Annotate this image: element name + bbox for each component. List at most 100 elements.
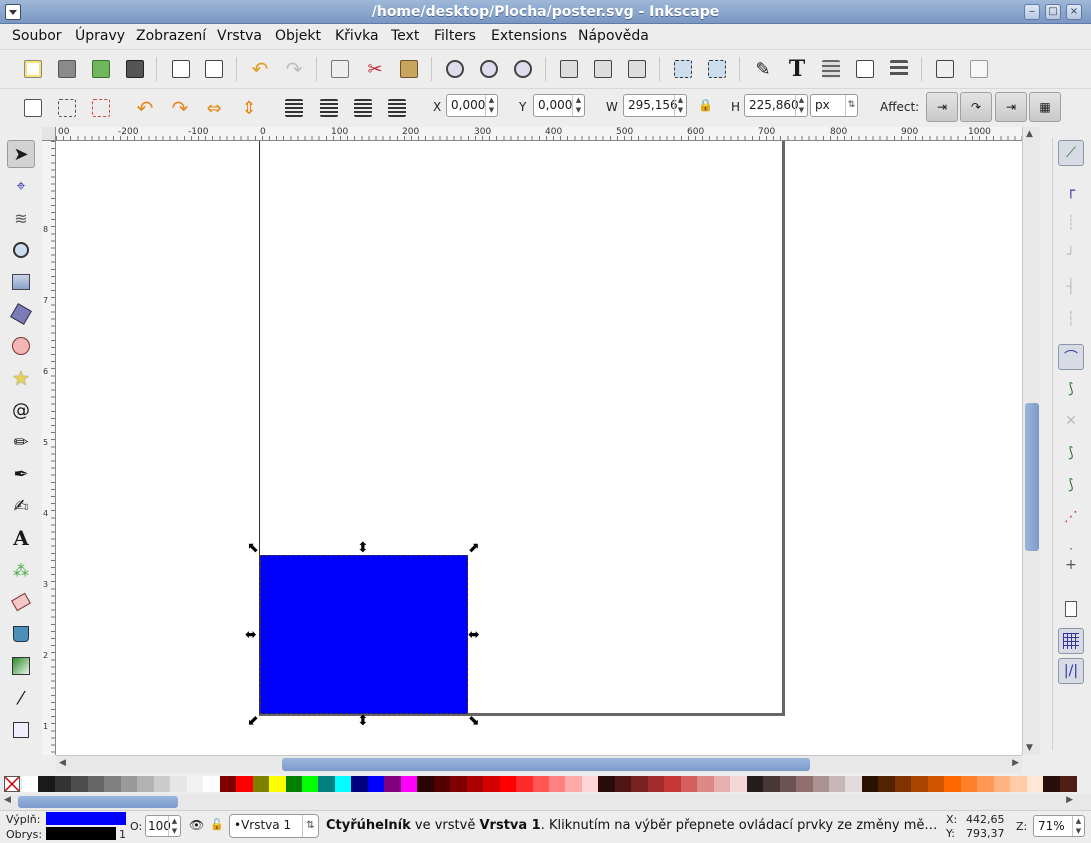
lower-to-bottom-icon[interactable] xyxy=(281,95,307,121)
palette-swatch[interactable] xyxy=(911,776,929,792)
palette-swatch[interactable] xyxy=(433,776,451,792)
align-icon[interactable] xyxy=(886,56,912,82)
scale-handle-bottom-right[interactable]: ⬊ xyxy=(468,714,480,728)
scroll-right-icon[interactable]: ▶ xyxy=(1066,795,1073,805)
palette-swatch[interactable] xyxy=(730,776,748,792)
select-all-icon[interactable] xyxy=(20,95,46,121)
palette-swatch[interactable] xyxy=(269,776,287,792)
palette-swatch[interactable] xyxy=(1010,776,1028,792)
palette-swatch[interactable] xyxy=(301,776,319,792)
menu-extensions[interactable]: Extensions xyxy=(491,28,567,44)
palette-swatch[interactable] xyxy=(466,776,484,792)
node-edit-icon[interactable]: ⌖ xyxy=(7,172,35,200)
export-icon[interactable] xyxy=(201,56,227,82)
dropper-icon[interactable]: ⁄ xyxy=(7,684,35,712)
pencil-icon[interactable]: ✏ xyxy=(7,428,35,456)
rectangle-icon[interactable] xyxy=(7,268,35,296)
palette-swatch[interactable] xyxy=(680,776,698,792)
palette-swatch[interactable] xyxy=(417,776,435,792)
palette-swatch[interactable] xyxy=(104,776,122,792)
palette-swatch[interactable] xyxy=(38,776,56,792)
open-icon[interactable] xyxy=(54,56,80,82)
flip-vertical-icon[interactable]: ⇕ xyxy=(236,95,262,121)
palette-swatch[interactable] xyxy=(565,776,583,792)
snap-toggle-icon[interactable]: ⟋ xyxy=(1058,140,1084,166)
palette-swatch[interactable] xyxy=(483,776,501,792)
palette-swatch[interactable] xyxy=(845,776,863,792)
stroke-indicator[interactable] xyxy=(46,827,116,840)
preferences-icon[interactable] xyxy=(966,56,992,82)
raise-icon[interactable] xyxy=(350,95,376,121)
rotate-cw-icon[interactable]: ↷ xyxy=(167,95,193,121)
palette-swatch[interactable] xyxy=(1059,776,1077,792)
zoom-input[interactable]: 71% ▲ ▼ xyxy=(1033,815,1085,837)
palette-swatch[interactable] xyxy=(1026,776,1044,792)
fill-stroke-icon[interactable]: ✎ xyxy=(750,56,776,82)
connector-icon[interactable] xyxy=(7,716,35,744)
document-properties-icon[interactable] xyxy=(932,56,958,82)
calligraphy-icon[interactable]: ✍ xyxy=(7,492,35,520)
palette-swatch[interactable] xyxy=(71,776,89,792)
menu-zobrazeni[interactable]: Zobrazení xyxy=(136,28,206,44)
scale-handle-left[interactable]: ⬌ xyxy=(245,628,257,642)
palette-swatch[interactable] xyxy=(944,776,962,792)
scale-handle-top-left[interactable]: ⬉ xyxy=(247,541,259,555)
palette-swatch[interactable] xyxy=(779,776,797,792)
spiral-icon[interactable]: @ xyxy=(7,396,35,424)
menu-napoveda[interactable]: Nápověda xyxy=(578,28,649,44)
minimize-icon[interactable]: ‒ xyxy=(1024,4,1040,20)
affect-patterns-toggle[interactable]: ▦ xyxy=(1029,92,1061,122)
pen-icon[interactable]: ✒ xyxy=(7,460,35,488)
palette-swatch[interactable] xyxy=(22,776,39,792)
palette-swatch[interactable] xyxy=(499,776,517,792)
palette-swatch[interactable] xyxy=(450,776,468,792)
palette-swatch[interactable] xyxy=(894,776,912,792)
palette-swatch[interactable] xyxy=(170,776,188,792)
scroll-left-icon[interactable]: ◀ xyxy=(59,758,66,768)
menu-krivka[interactable]: Křivka xyxy=(335,28,379,44)
scale-handle-bottom-left[interactable]: ⬋ xyxy=(247,714,259,728)
menu-soubor[interactable]: Soubor xyxy=(12,28,62,44)
palette-swatch[interactable] xyxy=(598,776,616,792)
menu-vrstva[interactable]: Vrstva xyxy=(217,28,262,44)
scroll-down-icon[interactable]: ▼ xyxy=(1026,743,1033,753)
palette-swatch[interactable] xyxy=(631,776,649,792)
palette-swatch[interactable] xyxy=(137,776,155,792)
palette-swatch[interactable] xyxy=(400,776,418,792)
palette-swatch[interactable] xyxy=(647,776,665,792)
palette-swatch[interactable] xyxy=(203,776,221,792)
palette-scrollbar[interactable]: ◀ ▶ xyxy=(0,794,1091,810)
raise-to-top-icon[interactable] xyxy=(384,95,410,121)
snap-nodes-icon[interactable]: ⌒ xyxy=(1058,344,1084,370)
menu-objekt[interactable]: Objekt xyxy=(275,28,321,44)
duplicate-icon[interactable] xyxy=(556,56,582,82)
no-paint-swatch[interactable] xyxy=(4,776,20,792)
maximize-icon[interactable]: □ xyxy=(1045,4,1061,20)
vertical-scrollbar[interactable]: ▲ ▼ xyxy=(1022,127,1040,755)
scale-handle-top-right[interactable]: ⬈ xyxy=(468,541,480,555)
palette-swatch[interactable] xyxy=(828,776,846,792)
lower-icon[interactable] xyxy=(316,95,342,121)
selector-arrow-icon[interactable]: ➤ xyxy=(7,140,35,168)
palette-swatch[interactable] xyxy=(351,776,369,792)
lock-icon[interactable]: 🔓 xyxy=(210,818,224,831)
eye-icon[interactable]: 👁 xyxy=(189,818,204,832)
snap-rotation-center-icon[interactable]: + xyxy=(1058,552,1084,578)
palette-swatch[interactable] xyxy=(927,776,945,792)
palette-swatch[interactable] xyxy=(87,776,105,792)
print-icon[interactable] xyxy=(122,56,148,82)
palette-swatch[interactable] xyxy=(697,776,715,792)
3d-box-icon[interactable] xyxy=(7,300,35,328)
blue-rectangle[interactable] xyxy=(260,555,468,714)
palette-swatch[interactable] xyxy=(977,776,995,792)
redo-icon[interactable]: ↷ xyxy=(281,56,307,82)
h-input[interactable]: 225,860 ▲ ▼ xyxy=(744,94,808,117)
palette-swatch[interactable] xyxy=(664,776,682,792)
snap-bbox-icon[interactable]: ┌ xyxy=(1058,178,1084,204)
zoom-page-icon[interactable] xyxy=(510,56,536,82)
palette-swatch[interactable] xyxy=(153,776,171,792)
group-icon[interactable] xyxy=(670,56,696,82)
opacity-input[interactable]: 100 ▲ ▼ xyxy=(145,815,181,837)
palette-swatch[interactable] xyxy=(960,776,978,792)
palette-swatch[interactable] xyxy=(878,776,896,792)
